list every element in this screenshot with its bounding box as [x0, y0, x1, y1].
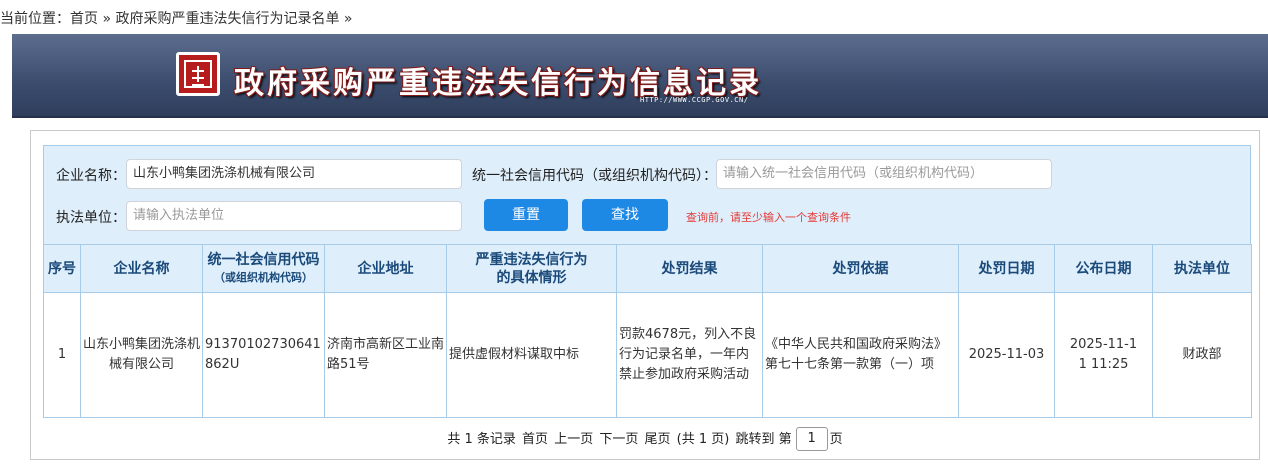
pager-page-count: (共 1 页)	[676, 431, 730, 447]
company-name-label: 企业名称：	[56, 168, 126, 184]
header-basis: 处罚依据	[762, 244, 959, 293]
breadcrumb-label: 当前位置：	[0, 11, 70, 27]
cell-result: 罚款4678元，列入不良行为记录名单，一年内禁止参加政府采购活动	[616, 292, 763, 418]
header-penalty-date: 处罚日期	[958, 244, 1055, 293]
pager-jump-prefix: 跳转到 第	[735, 431, 792, 447]
header-credit-line2: （或组织机构代码）	[214, 270, 313, 284]
search-form: 企业名称： 山东小鸭集团洗涤机械有限公司 统一社会信用代码（或组织机构代码）： …	[43, 145, 1251, 245]
cell-no: 1	[43, 292, 81, 418]
cell-address: 济南市高新区工业南路51号	[324, 292, 447, 418]
header-credit-line1: 统一社会信用代码	[207, 251, 320, 268]
breadcrumb-separator: »	[339, 11, 353, 27]
cell-penalty-date: 2025-11-03	[958, 292, 1055, 418]
breadcrumb-separator: »	[98, 11, 116, 27]
pager-jump-suffix: 页	[829, 431, 843, 447]
pager-first[interactable]: 首页	[522, 432, 548, 447]
agency-input[interactable]: 请输入执法单位	[126, 201, 462, 231]
header-situation-line1: 严重违法失信行为	[475, 251, 588, 268]
pagination: 共 1 条记录 首页 上一页 下一页 尾页 (共 1 页) 跳转到 第1页	[31, 427, 1261, 451]
header-publish-date: 公布日期	[1054, 244, 1153, 293]
header-result: 处罚结果	[616, 244, 763, 293]
header-address: 企业地址	[324, 244, 447, 293]
cell-basis: 《中华人民共和国政府采购法》第七十七条第一款第（一）项	[762, 292, 959, 418]
cell-publish-date: 2025-11-11 11:25	[1054, 292, 1153, 418]
header-credit-code: 统一社会信用代码 （或组织机构代码）	[202, 244, 325, 293]
cell-company-link[interactable]: 山东小鸭集团洗涤机械有限公司	[80, 292, 203, 418]
pager-summary: 共 1 条记录	[447, 431, 516, 447]
search-hint: 查询前，请至少输入一个查询条件	[686, 211, 851, 224]
cell-situation: 提供虚假材料谋取中标	[446, 292, 617, 418]
credit-code-input[interactable]: 请输入统一社会信用代码（或组织机构代码）	[716, 159, 1052, 189]
results-panel: 企业名称： 山东小鸭集团洗涤机械有限公司 统一社会信用代码（或组织机构代码）： …	[30, 130, 1260, 460]
search-button[interactable]: 查找	[582, 199, 668, 231]
header-situation: 严重违法失信行为 的具体情形	[446, 244, 617, 293]
page-number-input[interactable]: 1	[795, 427, 828, 451]
company-name-input[interactable]: 山东小鸭集团洗涤机械有限公司	[126, 159, 462, 189]
credit-code-label: 统一社会信用代码（或组织机构代码）：	[472, 168, 717, 184]
pager-next[interactable]: 下一页	[599, 432, 638, 447]
header-situation-line2: 的具体情形	[496, 269, 567, 286]
banner-url: HTTP://WWW.CCGP.GOV.CN/	[640, 96, 749, 104]
breadcrumb-home-link[interactable]: 首页	[70, 11, 98, 27]
reset-button[interactable]: 重置	[484, 199, 568, 231]
ccgp-logo-icon	[176, 52, 220, 96]
cell-credit-code: 91370102730641862U	[202, 292, 325, 418]
table-header-row: 序号 企业名称 统一社会信用代码 （或组织机构代码） 企业地址 严重违法失信行为的…	[43, 244, 1252, 293]
breadcrumb-current: 政府采购严重违法失信行为记录名单	[115, 11, 340, 27]
header-agency: 执法单位	[1152, 244, 1252, 293]
cell-agency: 财政部	[1152, 292, 1252, 418]
pager-prev[interactable]: 上一页	[554, 432, 593, 447]
header-company: 企业名称	[80, 244, 203, 293]
pager-last[interactable]: 尾页	[645, 432, 671, 447]
page-banner: 政府采购严重违法失信行为信息记录 HTTP://WWW.CCGP.GOV.CN/	[12, 34, 1268, 118]
header-no: 序号	[43, 244, 81, 293]
breadcrumb: 当前位置：首页 » 政府采购严重违法失信行为记录名单 »	[0, 8, 352, 28]
results-table: 序号 企业名称 统一社会信用代码 （或组织机构代码） 企业地址 严重违法失信行为的…	[43, 244, 1252, 418]
agency-label: 执法单位：	[56, 210, 126, 226]
table-row: 1 山东小鸭集团洗涤机械有限公司 91370102730641862U 济南市高…	[43, 292, 1252, 418]
